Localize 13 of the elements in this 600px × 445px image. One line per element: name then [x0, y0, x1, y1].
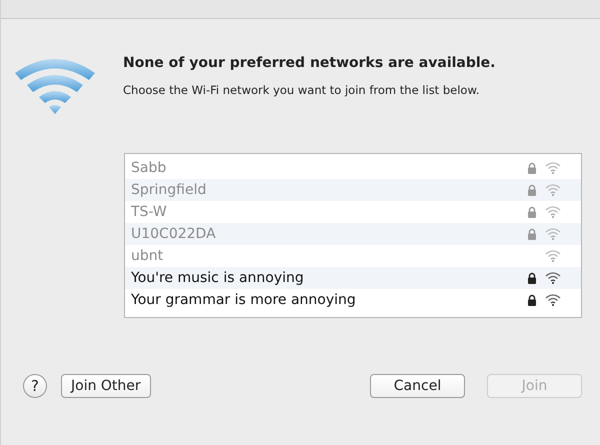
wifi-signal-icon: [545, 162, 561, 174]
cancel-button[interactable]: Cancel: [370, 374, 465, 398]
network-name[interactable]: Your grammar is more annoying: [131, 292, 527, 308]
wifi-signal-icon: [545, 272, 561, 284]
dialog-message: Choose the Wi-Fi network you want to join from the list below.: [123, 83, 480, 97]
wifi-signal-icon: [545, 294, 561, 306]
wifi-signal-icon: [545, 184, 561, 196]
help-button[interactable]: ?: [23, 374, 47, 398]
wifi-signal-icon: [545, 250, 561, 262]
wifi-signal-icon: [545, 228, 561, 240]
join-other-button[interactable]: Join Other: [61, 374, 151, 398]
wifi-signal-icon: [545, 206, 561, 218]
dialog-heading: None of your preferred networks are available.: [123, 55, 496, 71]
